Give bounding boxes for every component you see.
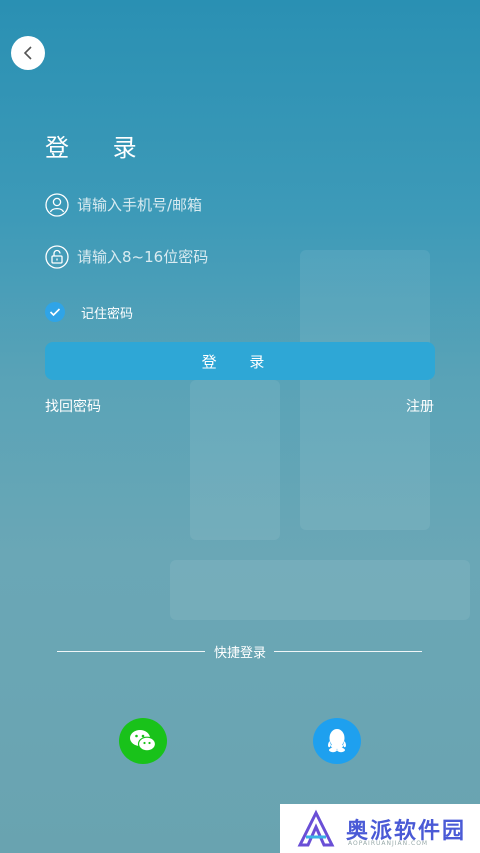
login-button[interactable]: 登 录 — [45, 342, 435, 380]
background-shape — [300, 250, 430, 530]
qq-icon — [328, 729, 346, 753]
password-field[interactable] — [45, 240, 435, 274]
remember-password[interactable]: 记住密码 — [45, 302, 133, 322]
user-icon — [45, 193, 69, 217]
quick-login-label: 快捷登录 — [213, 646, 266, 661]
page-title: 登 录 — [45, 134, 155, 162]
phone-input[interactable] — [77, 196, 397, 214]
phone-field[interactable] — [45, 188, 435, 222]
register-link[interactable]: 注册 — [406, 396, 434, 416]
background-shape — [170, 560, 470, 620]
remember-checkbox[interactable] — [45, 302, 65, 322]
password-input[interactable] — [77, 248, 397, 266]
wechat-login-button[interactable] — [119, 718, 167, 764]
remember-label: 记住密码 — [81, 306, 134, 322]
back-button[interactable] — [11, 36, 45, 70]
forgot-password-link[interactable]: 找回密码 — [45, 396, 101, 416]
watermark-subtext: AOPAIRUANJIAN.COM — [348, 840, 429, 847]
background-shape — [190, 380, 280, 540]
chevron-left-icon — [23, 46, 32, 60]
qq-login-button[interactable] — [313, 718, 361, 764]
logo-icon — [297, 809, 335, 846]
watermark: 奥派软件园 AOPAIRUANJIAN.COM — [280, 804, 480, 853]
check-icon — [49, 308, 61, 317]
wechat-icon — [130, 730, 157, 752]
lock-icon — [45, 245, 69, 269]
